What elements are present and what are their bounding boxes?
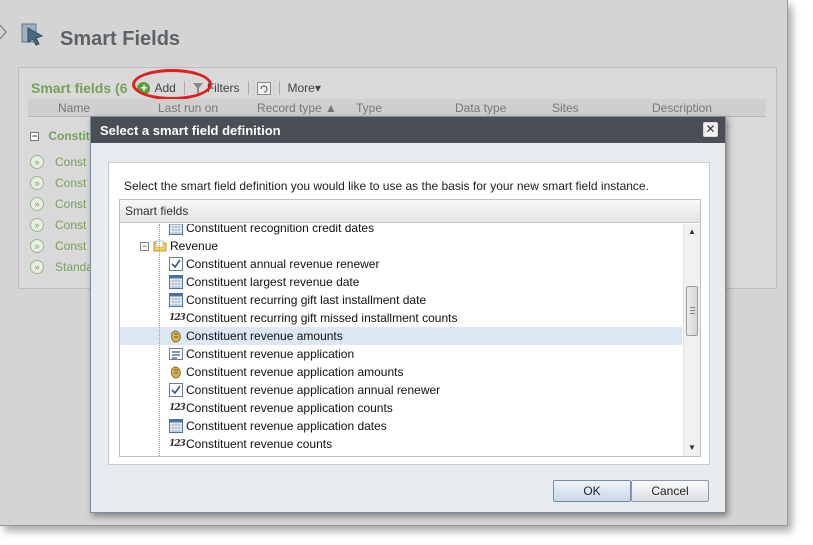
scroll-thumb[interactable] <box>686 286 698 336</box>
expand-row-icon[interactable]: » <box>30 155 44 169</box>
column-description[interactable]: Description <box>652 101 712 115</box>
column-type[interactable]: Type <box>356 101 382 115</box>
column-last-run-on[interactable]: Last run on <box>158 101 218 115</box>
grip-line <box>690 310 695 311</box>
column-sites[interactable]: Sites <box>552 101 579 115</box>
grid-column-header: Name Last run on Record type ▲ Type Data… <box>28 99 766 117</box>
grid-row[interactable]: » Const <box>30 174 86 192</box>
grid-row[interactable]: » Const <box>30 195 86 213</box>
tree-item-label: Revenue <box>170 239 219 253</box>
grid-row[interactable]: » Const <box>30 237 86 255</box>
scroll-up-icon[interactable]: ▲ <box>684 224 700 240</box>
collapse-handle-icon[interactable] <box>0 22 8 42</box>
calendar-icon <box>169 419 183 433</box>
tree-item-label: Constituent revenue application dates <box>186 419 387 433</box>
grid-row[interactable]: » Const <box>30 216 86 234</box>
instructions-text: Select the smart field definition you wo… <box>124 179 649 193</box>
checkbox-icon <box>169 383 183 397</box>
tree-item[interactable]: Constituent revenue application annual r… <box>120 381 682 399</box>
ok-button[interactable]: OK <box>553 480 631 502</box>
tree-item[interactable]: Constituent recognition credit dates <box>120 224 682 237</box>
tree-folder-revenue[interactable]: − Revenue <box>120 237 682 255</box>
money-icon <box>169 365 183 379</box>
row-label: Const <box>55 176 87 190</box>
tree-item[interactable]: Constituent revenue application dates <box>120 417 682 435</box>
expand-row-icon[interactable]: » <box>30 176 44 190</box>
expand-row-icon[interactable]: » <box>30 197 44 211</box>
dialog-body: Select the smart field definition you wo… <box>108 162 710 465</box>
smart-fields-tree: Smart fields Constituent recognition cre… <box>119 199 701 457</box>
grid-row[interactable]: » Standa <box>30 258 93 276</box>
tree-item[interactable]: Constituent revenue amounts <box>120 327 682 345</box>
grip-line <box>690 313 695 314</box>
column-record-type[interactable]: Record type ▲ <box>257 101 337 115</box>
tree-item-label: Constituent revenue application counts <box>186 401 393 415</box>
list-icon <box>169 347 183 361</box>
row-label: Const <box>55 239 87 253</box>
tree-item[interactable]: 123 Constituent revenue counts <box>120 435 682 453</box>
dialog-header: Select a smart field definition ✕ <box>91 117 725 143</box>
row-label: Const <box>55 197 87 211</box>
group-header-row[interactable]: − Constitu <box>30 129 97 143</box>
select-smart-field-dialog: Select a smart field definition ✕ Select… <box>90 116 726 513</box>
highlight-annotation <box>132 69 212 100</box>
tree-item-label: Constituent recurring gift last installm… <box>186 293 427 307</box>
tree-item[interactable]: Constituent annual revenue renewer <box>120 255 682 273</box>
refresh-icon <box>256 81 271 95</box>
page-title: Smart Fields <box>60 28 181 50</box>
tree-scrollbar[interactable]: ▲ ▼ <box>683 224 700 456</box>
tree-item[interactable]: Constituent revenue application <box>120 345 682 363</box>
tree-list: Constituent recognition credit dates − Rev… <box>120 224 682 456</box>
refresh-button[interactable] <box>256 81 271 95</box>
calendar-icon <box>169 224 183 235</box>
column-data-type[interactable]: Data type <box>455 101 506 115</box>
screenshot-canvas: Smart Fields Smart fields (6 + Add Filte… <box>0 0 813 545</box>
tree-item[interactable]: Constituent largest revenue date <box>120 273 682 291</box>
expand-row-icon[interactable]: » <box>30 218 44 232</box>
tree-item[interactable]: Constituent recurring gift last installm… <box>120 291 682 309</box>
checkbox-icon <box>169 257 183 271</box>
expand-row-icon[interactable]: » <box>30 260 44 274</box>
tree-item-label: Constituent revenue counts <box>186 437 333 451</box>
dialog-title: Select a smart field definition <box>100 123 281 138</box>
tree-item[interactable]: 123 Constituent revenue application count… <box>120 399 682 417</box>
tree-header: Smart fields <box>120 200 700 223</box>
tree-item[interactable]: 123 Constituent recurring gift missed ins… <box>120 309 682 327</box>
panel-title: Smart fields (6 <box>31 80 128 96</box>
tree-item-label: Constituent recurring gift missed instal… <box>186 311 458 325</box>
toolbar-divider <box>278 81 280 95</box>
close-icon[interactable]: ✕ <box>703 122 718 137</box>
count-icon: 123 <box>169 403 186 413</box>
tree-item-label: Constituent annual revenue renewer <box>186 257 380 271</box>
more-menu-button[interactable]: More▾ <box>288 81 321 95</box>
toolbar-divider <box>247 81 249 95</box>
expand-row-icon[interactable]: » <box>30 239 44 253</box>
smart-fields-icon <box>21 23 44 46</box>
tree-item-label: Constituent largest revenue date <box>186 275 360 289</box>
tree-item-label: Constituent recognition credit dates <box>186 224 375 235</box>
grip-line <box>690 307 695 308</box>
count-icon: 123 <box>169 439 186 449</box>
folder-icon <box>153 239 167 253</box>
row-label: Const <box>55 155 87 169</box>
row-label: Const <box>55 218 87 232</box>
row-label: Standa <box>55 260 94 274</box>
money-icon <box>169 329 183 343</box>
collapse-icon[interactable]: − <box>140 241 149 251</box>
tree-item-label: Constituent revenue application <box>186 347 355 361</box>
count-icon: 123 <box>169 313 186 323</box>
collapse-icon[interactable]: − <box>30 132 39 142</box>
tree-guide-line <box>159 224 160 456</box>
tree-item-label: Constituent revenue amounts <box>186 329 343 343</box>
tree-item-label: Constituent revenue application annual r… <box>186 383 441 397</box>
tree-item-label: Constituent revenue application amounts <box>186 365 404 379</box>
cancel-button[interactable]: Cancel <box>631 480 709 502</box>
calendar-icon <box>169 293 183 307</box>
tree-item[interactable]: Constituent revenue application amounts <box>120 363 682 381</box>
grid-row[interactable]: » Const <box>30 153 86 171</box>
column-name[interactable]: Name <box>58 101 90 115</box>
scroll-down-icon[interactable]: ▼ <box>684 440 700 456</box>
calendar-icon <box>169 275 183 289</box>
